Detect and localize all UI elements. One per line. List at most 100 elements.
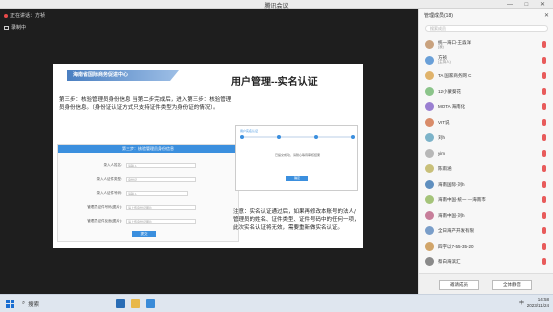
taskbar: ⌕ 搜索 中 14:58 2023/11/24 bbox=[0, 294, 553, 312]
participant-item[interactable]: 统一海口-王淼洋 (我) bbox=[419, 37, 553, 53]
mic-muted-icon[interactable] bbox=[542, 211, 546, 219]
participant-item[interactable]: VIT说 bbox=[419, 115, 553, 131]
participant-name: 海南国际-刘h bbox=[438, 181, 465, 187]
avatar bbox=[425, 164, 434, 174]
participant-name: 12小蒙葵花 bbox=[438, 88, 462, 94]
participant-name: MOTA 海南化 bbox=[438, 104, 466, 110]
participant-item[interactable]: MOTA 海南化 bbox=[419, 99, 553, 115]
speaker-indicator: 正在讲话：方祯 bbox=[4, 12, 45, 19]
mic-muted-icon[interactable] bbox=[542, 227, 546, 234]
mic-muted-icon[interactable] bbox=[542, 41, 546, 48]
form-row: 录入人姓名: 请输入 bbox=[68, 162, 196, 168]
task-view-icon[interactable] bbox=[116, 299, 125, 308]
avatar bbox=[425, 102, 434, 112]
result-ok-button: 确定 bbox=[286, 176, 308, 181]
participant-name: yim bbox=[438, 150, 445, 156]
recording-indicator[interactable]: 录制中 bbox=[4, 24, 26, 31]
form-input: 请输入 bbox=[126, 190, 188, 196]
mic-muted-icon[interactable] bbox=[542, 87, 546, 95]
participant-item[interactable]: 全日海产开发有限 bbox=[419, 223, 553, 239]
participant-name: 四字以7-55-35-20 bbox=[438, 243, 474, 249]
mic-muted-icon[interactable] bbox=[542, 56, 546, 64]
form-input: 请输入 bbox=[126, 162, 196, 168]
participant-item[interactable]: 蔡白海滨汇 bbox=[419, 254, 553, 270]
meeting-stage: 正在讲话：方祯 录制中 海南省国际商务促进中心 用户管理--实名认证 第三步：核… bbox=[0, 9, 418, 303]
form-upload: 请上传身份证图片 bbox=[126, 218, 196, 224]
avatar bbox=[425, 257, 434, 267]
form-label: 录入人证件号码: bbox=[96, 190, 122, 195]
avatar bbox=[425, 195, 434, 205]
mic-muted-icon[interactable] bbox=[542, 258, 546, 265]
mic-icon bbox=[4, 13, 8, 18]
mute-all-button[interactable]: 全体静音 bbox=[492, 280, 532, 290]
participant-name: 方祯 (主持人) bbox=[438, 55, 451, 65]
participant-name: 海南中国-刘h bbox=[438, 212, 465, 218]
mic-muted-icon[interactable] bbox=[542, 180, 546, 188]
participant-name: 蔡白海滨汇 bbox=[438, 259, 461, 265]
close-icon[interactable]: ✕ bbox=[544, 12, 549, 19]
mic-muted-icon[interactable] bbox=[542, 149, 546, 157]
participant-name: 陈雨涵 bbox=[438, 166, 452, 172]
participant-item[interactable]: 四字以7-55-35-20 bbox=[419, 239, 553, 255]
window-controls[interactable]: — □ ✕ bbox=[507, 1, 550, 8]
avatar bbox=[425, 55, 434, 65]
participant-item[interactable]: TA 国家商务网 C bbox=[419, 68, 553, 84]
avatar bbox=[425, 133, 434, 143]
shared-slide: 海南省国际商务促进中心 用户管理--实名认证 第三步：核验管理员身份信息 当第二… bbox=[53, 64, 363, 248]
form-submit-button: 提交 bbox=[132, 231, 156, 237]
form-label: 管理员证件反面(图片): bbox=[87, 218, 122, 223]
panel-title: 管理成员(18) bbox=[424, 12, 453, 19]
clock[interactable]: 14:58 2023/11/24 bbox=[527, 297, 549, 309]
slide-logo: 海南省国际商务促进中心 bbox=[67, 70, 179, 81]
mic-muted-icon[interactable] bbox=[542, 72, 546, 79]
result-header: 用户实名认证 bbox=[240, 129, 259, 133]
participant-item[interactable]: yim bbox=[419, 146, 553, 162]
meeting-app-icon[interactable] bbox=[146, 299, 155, 308]
form-label: 录入人证件类型: bbox=[96, 176, 122, 181]
avatar bbox=[425, 210, 434, 220]
slide-result-screenshot: 用户实名认证 已提交成功，请耐心等待审核结果 确定 bbox=[235, 125, 358, 191]
form-row: 录入人证件号码: 请输入 bbox=[68, 190, 188, 196]
taskbar-search[interactable]: ⌕ 搜索 bbox=[22, 298, 110, 309]
start-icon[interactable] bbox=[6, 299, 14, 308]
participants-panel: 管理成员(18) ✕ 搜索成员 统一海口-王淼洋 (我) 方祯 (主持人) TA 国家商… bbox=[418, 9, 553, 294]
form-row: 管理员证件号码(图片): 请上传身份证图片 bbox=[68, 204, 196, 210]
participant-item[interactable]: 海南中国-刘h bbox=[419, 208, 553, 224]
form-row: 管理员证件反面(图片): 请上传身份证图片 bbox=[68, 218, 196, 224]
participant-item[interactable]: 海南国际-刘h bbox=[419, 177, 553, 193]
participant-item[interactable]: 方祯 (主持人) bbox=[419, 53, 553, 69]
participant-item[interactable]: 刘h bbox=[419, 130, 553, 146]
speaker-label: 正在讲话：方祯 bbox=[10, 13, 46, 19]
progress-steps bbox=[240, 135, 355, 139]
avatar bbox=[425, 226, 434, 236]
system-tray: 中 14:58 2023/11/24 bbox=[519, 297, 549, 309]
mic-muted-icon[interactable] bbox=[542, 118, 546, 126]
participant-name: 统一海口-王淼洋 (我) bbox=[438, 39, 471, 49]
participant-name: TA 国家商务网 C bbox=[438, 73, 472, 79]
invite-button[interactable]: 邀请成员 bbox=[439, 280, 479, 290]
form-select: 身份证 bbox=[126, 176, 196, 182]
panel-header: 管理成员(18) ✕ bbox=[419, 9, 553, 21]
mic-muted-icon[interactable] bbox=[542, 165, 546, 172]
result-message: 已提交成功，请耐心等待审核结果 bbox=[274, 153, 320, 157]
input-language[interactable]: 中 bbox=[519, 300, 524, 306]
avatar bbox=[425, 40, 434, 50]
form-label: 录入人姓名: bbox=[103, 162, 122, 167]
form-upload: 请上传身份证图片 bbox=[126, 204, 196, 210]
participant-name: 全日海产开发有限 bbox=[438, 228, 474, 234]
participant-item[interactable]: 海南中国-统一 —海南市 bbox=[419, 192, 553, 208]
participant-item[interactable]: 陈雨涵 bbox=[419, 161, 553, 177]
slide-title: 用户管理--实名认证 bbox=[231, 77, 318, 88]
mic-muted-icon[interactable] bbox=[542, 196, 546, 203]
mic-muted-icon[interactable] bbox=[542, 134, 546, 141]
mic-muted-icon[interactable] bbox=[542, 242, 546, 250]
member-search-input[interactable]: 搜索成员 bbox=[425, 25, 548, 32]
file-explorer-icon[interactable] bbox=[131, 299, 140, 308]
mic-muted-icon[interactable] bbox=[542, 103, 546, 110]
record-icon bbox=[4, 25, 9, 30]
form-row: 录入人证件类型: 身份证 bbox=[68, 176, 196, 182]
taskbar-search-label: 搜索 bbox=[28, 301, 40, 308]
participant-item[interactable]: 12小蒙葵花 bbox=[419, 84, 553, 100]
avatar bbox=[425, 71, 434, 81]
search-icon: ⌕ bbox=[22, 300, 26, 306]
